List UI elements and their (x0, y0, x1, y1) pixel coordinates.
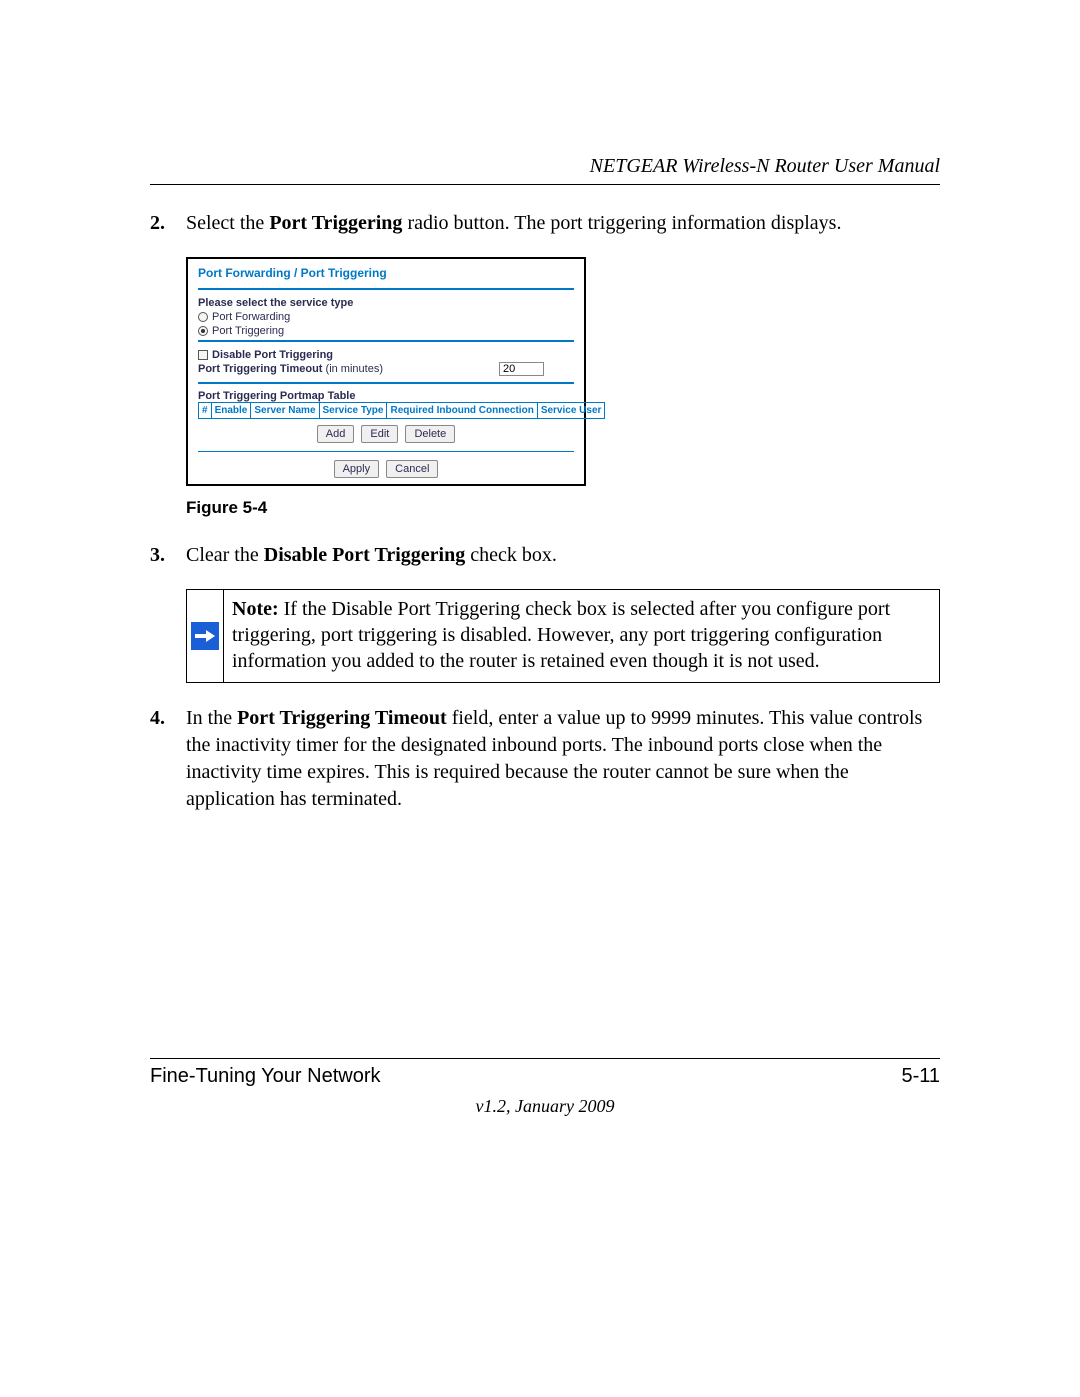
apply-button[interactable]: Apply (334, 460, 380, 478)
header-rule (150, 184, 940, 185)
step-body: Clear the Disable Port Triggering check … (186, 542, 940, 569)
col-index: # (199, 403, 212, 419)
running-header: NETGEAR Wireless-N Router User Manual (150, 155, 940, 178)
radio-icon (198, 326, 208, 336)
timeout-label: Port Triggering Timeout (198, 363, 326, 375)
step-2: 2. Select the Port Triggering radio butt… (150, 210, 940, 237)
cancel-button[interactable]: Cancel (386, 460, 438, 478)
arrow-right-icon (191, 622, 219, 650)
config-panel: Port Forwarding / Port Triggering Please… (186, 257, 586, 486)
divider (198, 340, 574, 342)
page-footer: Fine-Tuning Your Network 5-11 v1.2, Janu… (150, 1058, 940, 1117)
disable-port-triggering-row[interactable]: Disable Port Triggering (198, 348, 574, 362)
step-3: 3. Clear the Disable Port Triggering che… (150, 542, 940, 569)
col-service-type: Service Type (319, 403, 387, 419)
panel-title: Port Forwarding / Port Triggering (188, 259, 584, 286)
footer-section: Fine-Tuning Your Network (150, 1065, 381, 1088)
table-header-row: # Enable Server Name Service Type Requir… (199, 403, 605, 419)
col-inbound: Required Inbound Connection (387, 403, 537, 419)
note-text: Note: If the Disable Port Triggering che… (224, 590, 939, 682)
checkbox-icon (198, 350, 208, 360)
divider (198, 451, 574, 452)
note-icon-cell (187, 590, 224, 682)
service-type-label: Please select the service type (198, 296, 574, 310)
footer-version: v1.2, January 2009 (150, 1096, 940, 1117)
figure-screenshot: Port Forwarding / Port Triggering Please… (186, 257, 940, 486)
radio-port-triggering[interactable]: Port Triggering (198, 324, 574, 338)
col-service-user: Service User (537, 403, 605, 419)
divider (198, 382, 574, 384)
step-body: Select the Port Triggering radio button.… (186, 210, 940, 237)
edit-button[interactable]: Edit (361, 425, 398, 443)
step-number: 3. (150, 542, 186, 569)
button-row-1: Add Edit Delete (198, 419, 574, 449)
button-row-2: Apply Cancel (198, 454, 574, 484)
timeout-row: Port Triggering Timeout (in minutes) (198, 362, 574, 376)
portmap-table-header: Port Triggering Portmap Table (198, 390, 574, 402)
footer-page-number: 5-11 (901, 1065, 940, 1088)
step-number: 4. (150, 705, 186, 813)
step-body: In the Port Triggering Timeout field, en… (186, 705, 940, 813)
note-box: Note: If the Disable Port Triggering che… (186, 589, 940, 683)
radio-icon (198, 312, 208, 322)
col-enable: Enable (211, 403, 251, 419)
divider (198, 288, 574, 290)
delete-button[interactable]: Delete (405, 425, 455, 443)
figure-caption: Figure 5-4 (186, 498, 940, 518)
timeout-input[interactable] (499, 362, 544, 376)
portmap-table: # Enable Server Name Service Type Requir… (198, 402, 605, 419)
add-button[interactable]: Add (317, 425, 355, 443)
col-server-name: Server Name (251, 403, 319, 419)
footer-rule (150, 1058, 940, 1059)
step-4: 4. In the Port Triggering Timeout field,… (150, 705, 940, 813)
step-number: 2. (150, 210, 186, 237)
radio-port-forwarding[interactable]: Port Forwarding (198, 310, 574, 324)
